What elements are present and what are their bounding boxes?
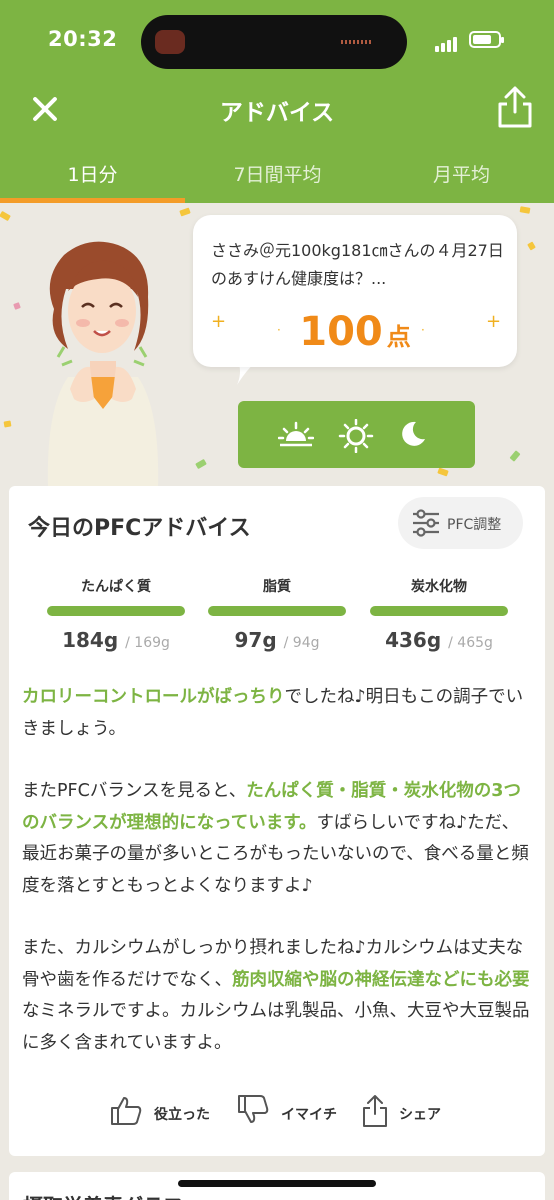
macro-label: 脂質 [263, 579, 291, 595]
signal-icon [435, 33, 459, 52]
helpful-button[interactable]: 役立った [109, 1092, 219, 1132]
tab-7day-average[interactable]: 7日間平均 [185, 140, 370, 203]
confetti [527, 241, 536, 251]
advice-text: カロリーコントロールがばっちりでしたね♪明日もこの調子でいきましょう。 またPF… [22, 682, 532, 1090]
pfc-advice-card: 今日のPFCアドバイス PFC調整 たんぱく質 184g / 169g 脂質 9… [9, 486, 545, 1156]
sliders-icon [413, 509, 439, 537]
score-hero: ささみ＠元100kg181㎝さんの４月27日のあすけん健康度は？... + · … [0, 203, 554, 488]
score-value: 100 [299, 309, 383, 355]
card-title: 今日のPFCアドバイス [28, 516, 251, 541]
pfc-adjust-label: PFC調整 [447, 517, 502, 533]
status-bar: 20:32 [0, 0, 554, 84]
advice-paragraph: カロリーコントロールがばっちりでしたね♪明日もこの調子でいきましょう。 [22, 687, 524, 739]
advice-paragraph: またPFCバランスを見ると、たんぱく質・脂質・炭水化物の3つのバランスが理想的に… [22, 781, 529, 896]
macro-target: / 94g [283, 635, 320, 651]
share-icon[interactable] [494, 84, 536, 130]
macro-target: / 465g [448, 635, 493, 651]
macro-value: 97g / 94g [234, 628, 320, 652]
confetti [3, 420, 12, 428]
meal-time-selector [238, 401, 475, 468]
tab-label: 1日分 [67, 164, 118, 186]
period-tabs: 1日分 7日間平均 月平均 [0, 140, 554, 203]
confetti [0, 210, 11, 222]
nav-bar: アドバイス [0, 84, 554, 134]
speech-bubble: ささみ＠元100kg181㎝さんの４月27日のあすけん健康度は？... + · … [193, 215, 517, 367]
confetti [437, 467, 449, 477]
share-label: シェア [399, 1107, 441, 1123]
section-title: 摂取栄養素グラフ [23, 1190, 183, 1200]
macro-value: 436g / 465g [385, 628, 493, 652]
macro-carbs: 炭水化物 436g / 465g [369, 576, 509, 652]
macro-label: 炭水化物 [411, 579, 467, 595]
page-title: アドバイス [219, 100, 335, 126]
macro-value: 184g / 169g [62, 628, 170, 652]
home-indicator[interactable] [178, 1180, 376, 1187]
confetti [179, 207, 191, 217]
feedback-actions: 役立った イマイチ シェア [9, 1092, 545, 1132]
macro-protein: たんぱく質 184g / 169g [46, 576, 186, 652]
tab-1day[interactable]: 1日分 [0, 140, 185, 203]
confetti [13, 302, 21, 310]
pfc-adjust-button[interactable]: PFC調整 [398, 497, 523, 549]
dynamic-island [141, 15, 407, 69]
tab-label: 7日間平均 [233, 164, 322, 186]
share-icon [363, 1095, 387, 1127]
score-unit: 点 [386, 323, 411, 351]
app-header: 20:32 アドバイス 1日分 7日間平均 月平均 [0, 0, 554, 203]
macro-bar [47, 606, 185, 616]
thumbs-up-icon [111, 1097, 142, 1125]
meh-button[interactable]: イマイチ [236, 1092, 346, 1132]
health-score: 100 点 [193, 309, 517, 355]
macro-bar [208, 606, 346, 616]
advice-paragraph: また、カルシウムがしっかり摂れましたね♪カルシウムは丈夫な骨や歯を作るだけでなく… [22, 938, 530, 1053]
share-button[interactable]: シェア [361, 1092, 461, 1132]
score-message: ささみ＠元100kg181㎝さんの４月27日のあすけん健康度は？... [211, 241, 504, 288]
battery-icon [469, 31, 504, 48]
sunrise-icon[interactable] [278, 419, 314, 449]
macro-bar [370, 606, 508, 616]
confetti [195, 458, 207, 470]
helpful-label: 役立った [154, 1107, 210, 1123]
macro-fat: 脂質 97g / 94g [207, 576, 347, 652]
confetti [509, 450, 521, 462]
advisor-avatar [47, 241, 159, 488]
thumbs-down-icon [238, 1095, 269, 1123]
camera-thumbnail-icon [155, 30, 185, 54]
tab-monthly-average[interactable]: 月平均 [369, 140, 554, 203]
sun-icon[interactable] [338, 419, 374, 453]
moon-icon[interactable] [398, 419, 428, 449]
confetti [519, 206, 531, 214]
status-time: 20:32 [48, 27, 118, 51]
macro-label: たんぱく質 [81, 579, 151, 595]
meh-label: イマイチ [281, 1107, 337, 1123]
tab-label: 月平均 [432, 164, 490, 186]
macro-target: / 169g [125, 635, 170, 651]
recording-dots-icon [341, 40, 371, 44]
